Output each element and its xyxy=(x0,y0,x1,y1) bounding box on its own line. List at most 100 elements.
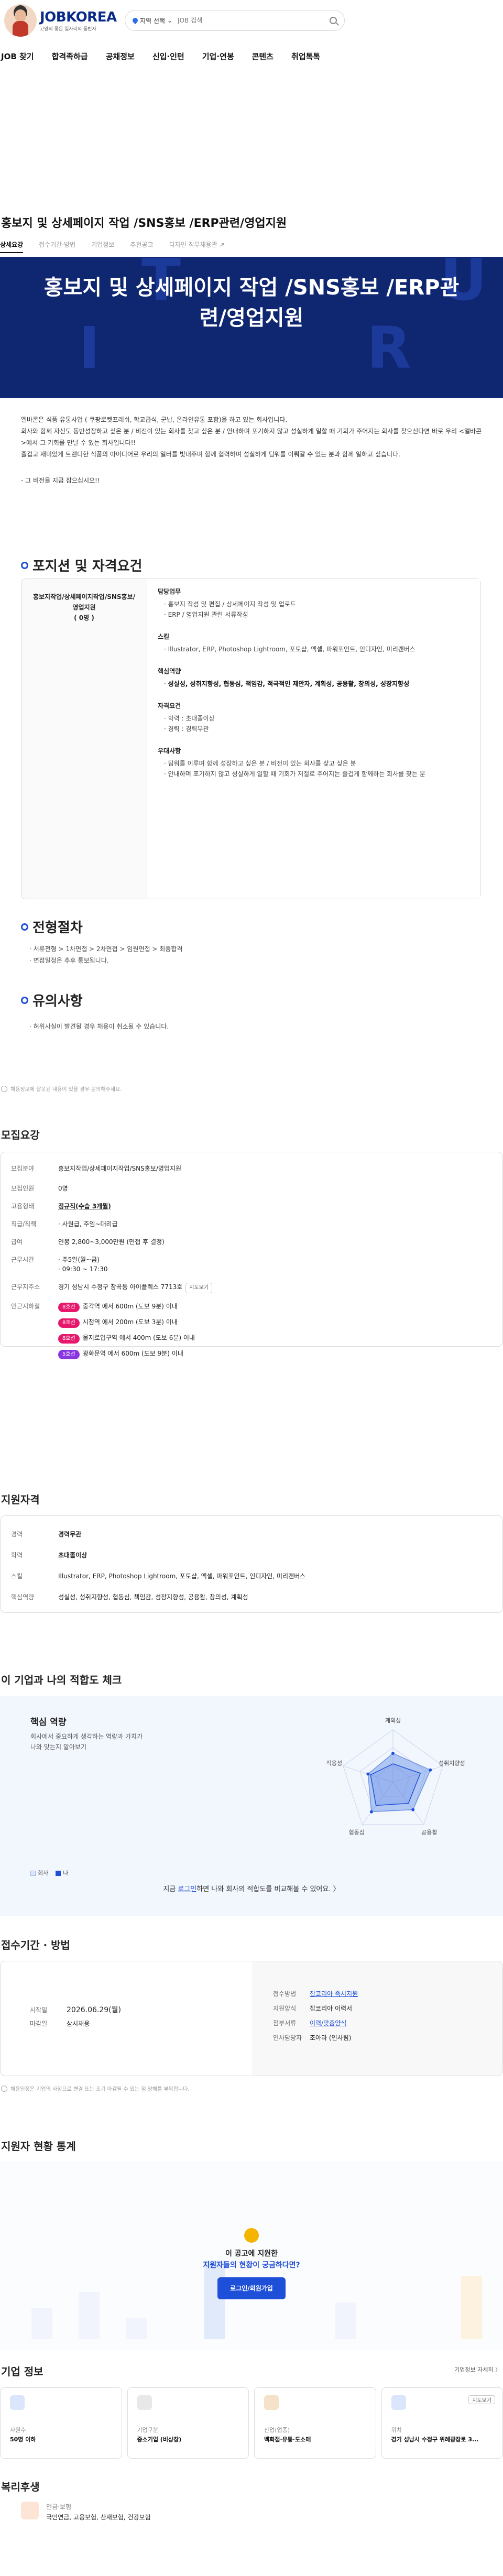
radar-point xyxy=(429,1768,432,1772)
tab-detail[interactable]: 상세요강 xyxy=(0,240,24,253)
row-label: 모집인원 xyxy=(11,1185,35,1192)
welfare-label: 연금·보험 xyxy=(46,2503,72,2510)
row-label: 첨부서류 xyxy=(273,2020,297,2027)
row-value: 경기 성남시 수정구 창곡동 아이플렉스 7713호 지도보기 xyxy=(58,1282,492,1293)
cta-prefix: 지금 xyxy=(163,1885,178,1893)
list-item: · 안내하며 포기하지 않고 성실하게 일할 때 기회가 저절로 주어지는 즐겁… xyxy=(164,770,425,778)
apply-row: 접수방법 잡코리아 즉시지원 xyxy=(273,1986,482,2001)
position-count: ( 0명 ) xyxy=(74,614,94,621)
fit-heading: 이 기업과 나의 적합도 체크 xyxy=(1,1674,122,1686)
job-title: 홍보지 및 상세페이지 작업 /SNS홍보 /ERP관련/영업지원 xyxy=(1,217,287,230)
nav-new-intern[interactable]: 신입·인턴 xyxy=(152,51,184,62)
list-item-text: 홍보지 작성 및 편집 / 상세페이지 작성 및 업로드 xyxy=(168,601,296,608)
skill-block: 스킬 · Illustrator, ERP, Photoshop Lightro… xyxy=(158,631,470,654)
intro-text: 엘바콘은 식품 유통사업 ( 쿠팡로켓프레쉬, 학교급식, 군납, 온라인유통 … xyxy=(21,414,482,486)
row-label: 인근지하철 xyxy=(11,1303,40,1310)
login-link[interactable]: 로그인 xyxy=(178,1885,196,1893)
row-label: 경력 xyxy=(11,1531,23,1538)
subway-text: 광화문역 에서 600m (도보 9분) 이내 xyxy=(82,1350,183,1357)
row-label: 마감일 xyxy=(30,2020,48,2027)
summary-row: 급여 연봉 2,800~3,000만원 (면접 후 결정) xyxy=(11,1237,492,1247)
row-label: 근무시간 xyxy=(11,1256,35,1263)
row-label: 지원양식 xyxy=(273,2005,297,2012)
list-item-text: 안내하며 포기하지 않고 성실하게 일할 때 기회가 저절로 주어지는 즐겁게 … xyxy=(168,770,425,778)
radar-point xyxy=(366,1772,370,1776)
radar-axis-label: 적응성 xyxy=(326,1760,342,1767)
legend-swatch xyxy=(30,1871,36,1876)
map-button[interactable]: 지도보기 xyxy=(185,1283,213,1293)
subway-item: 8호선 중각역 에서 600m (도보 9분) 이내 xyxy=(58,1302,492,1312)
apply-method-link[interactable]: 잡코리아 즉시지원 xyxy=(310,1990,358,1998)
fit-cta: 지금 로그인하면 나와 회사의 적합도를 비교해볼 수 있어요. 〉 xyxy=(0,1883,503,1893)
subway-line-badge: 5호선 xyxy=(58,1350,80,1359)
welfare-item: 연금·보험 국민연금, 고용보험, 산재보험, 건강보험 xyxy=(21,2502,482,2523)
list-item: · Illustrator, ERP, Photoshop Lightroom,… xyxy=(164,646,415,653)
nav-company-salary[interactable]: 기업·연봉 xyxy=(202,51,234,62)
nav-pass-tips[interactable]: 합격족하급 xyxy=(52,51,88,62)
qualification-card: 경력 경력무관 학력 초대졸이상 스킬 Illustrator, ERP, Photo… xyxy=(0,1515,503,1613)
apply-heading: 접수기간 · 방법 xyxy=(1,1939,70,1951)
search-bar: 지역 선택 ⌄ xyxy=(125,10,345,31)
company-heading: 기업 정보 xyxy=(1,2365,43,2378)
nav-job-search[interactable]: JOB 찾기 xyxy=(1,51,34,62)
radar-axis-label: 성취지향성 xyxy=(439,1760,465,1767)
address-text: 경기 성남시 수정구 창곡동 아이플렉스 7713호 xyxy=(58,1283,183,1291)
caution-list: · 허위사실이 발견될 경우 채용이 취소될 수 있습니다. xyxy=(29,1021,169,1032)
company-card-employees: 사원수 50명 이하 xyxy=(0,2387,122,2459)
card-value: 중소기업 (비상장) xyxy=(137,2436,182,2443)
row-label: 접수방법 xyxy=(273,1990,297,1998)
report-notice[interactable]: 채용정보에 잘못된 내용이 있을 경우 문의해주세요. xyxy=(1,1085,122,1093)
row-label: 모집분야 xyxy=(11,1165,35,1172)
summary-row: 근무지주소 경기 성남시 수정구 창곡동 아이플렉스 7713호 지도보기 xyxy=(11,1282,492,1293)
position-name: 홍보지작업/상세페이지작업/SNS홍보/영업지원 xyxy=(32,593,136,611)
fit-section: 핵심 역량 회사에서 중요하게 생각하는 역량과 가치가 나와 맞는지 알아보기… xyxy=(0,1696,503,1916)
location-select[interactable]: 지역 선택 ⌄ xyxy=(131,16,173,25)
row-value: 초대졸이상 xyxy=(58,1552,88,1559)
logo[interactable]: JOBKOREA 고양의 좋은 일자리의 동반자 xyxy=(4,4,119,37)
row-value: 정규직(수습 3개월) xyxy=(58,1203,111,1210)
card-label: 산업(업종) xyxy=(264,2427,290,2433)
radar-point xyxy=(391,1752,395,1755)
prompt-line: 지원자들의 현황이 궁금하다면? xyxy=(203,2261,300,2269)
section-bullet-icon xyxy=(21,996,28,1004)
list-item: · 경력 : 경력무관 xyxy=(164,725,209,733)
attachment-link[interactable]: 이력/맞춤양식 xyxy=(310,2020,346,2027)
company-more-link[interactable]: 기업정보 자세히 〉 xyxy=(454,2365,501,2374)
nav-talk[interactable]: 취업톡톡 xyxy=(291,51,320,62)
row-value: 상시채용 xyxy=(67,2020,90,2027)
process-heading-text: 전형절차 xyxy=(32,920,83,936)
tab-recommended[interactable]: 추천공고 xyxy=(130,240,153,253)
card-label: 기업구분 xyxy=(137,2427,158,2433)
chevron-down-icon: ⌄ xyxy=(167,17,173,24)
nav-contents[interactable]: 콘텐츠 xyxy=(252,51,274,62)
login-signup-button[interactable]: 로그인/회원가입 xyxy=(217,2277,286,2299)
search-icon[interactable] xyxy=(330,17,337,24)
list-item-text: 학력 : 초대졸이상 xyxy=(168,715,215,722)
section-bullet-icon xyxy=(21,561,28,569)
nav-public-recruit[interactable]: 공채정보 xyxy=(106,51,135,62)
list-item-text: 허위사실이 발견될 경우 채용이 취소될 수 있습니다. xyxy=(33,1023,169,1030)
subway-line-badge: 8호선 xyxy=(58,1318,80,1328)
row-value: 2026.06.29(월) xyxy=(67,2006,121,2014)
card-value: 50명 이하 xyxy=(10,2436,36,2443)
row-label: 근무지주소 xyxy=(11,1283,40,1291)
caution-heading: 유의사항 xyxy=(21,990,83,1010)
intro-line: 엘바콘은 식품 유통사업 ( 쿠팡로켓프레쉬, 학교급식, 군납, 온라인유통 … xyxy=(21,416,288,423)
process-heading: 전형절차 xyxy=(21,917,83,936)
row-value: 연봉 2,800~3,000만원 (면접 후 결정) xyxy=(58,1238,165,1246)
search-input[interactable] xyxy=(178,17,324,24)
tab-design-jobs[interactable]: 디자인 직무채용관 ↗ xyxy=(169,240,225,253)
row-label: 인사담당자 xyxy=(273,2034,302,2042)
list-item: · 홍보지 작성 및 편집 / 상세페이지 작성 및 업로드 xyxy=(164,601,296,608)
map-button[interactable]: 지도보기 xyxy=(468,2395,495,2404)
row-label: 핵심역량 xyxy=(11,1593,35,1601)
subway-line-badge: 8호선 xyxy=(58,1303,80,1312)
tab-apply-period[interactable]: 접수기간·방법 xyxy=(39,240,75,253)
row-label xyxy=(11,1264,58,1274)
cta-suffix: 하면 나와 회사의 적합도를 비교해볼 수 있어요. 〉 xyxy=(196,1885,340,1893)
tab-company-info[interactable]: 기업정보 xyxy=(91,240,114,253)
row-value: 경력무관 xyxy=(58,1531,82,1538)
fit-desc: 회사에서 중요하게 생각하는 역량과 가치가 나와 맞는지 알아보기 xyxy=(30,1731,143,1752)
list-item: · ERP / 영업지원 관련 서류작성 xyxy=(164,611,248,618)
card-value: 백화점·유통·도소매 xyxy=(264,2436,311,2443)
